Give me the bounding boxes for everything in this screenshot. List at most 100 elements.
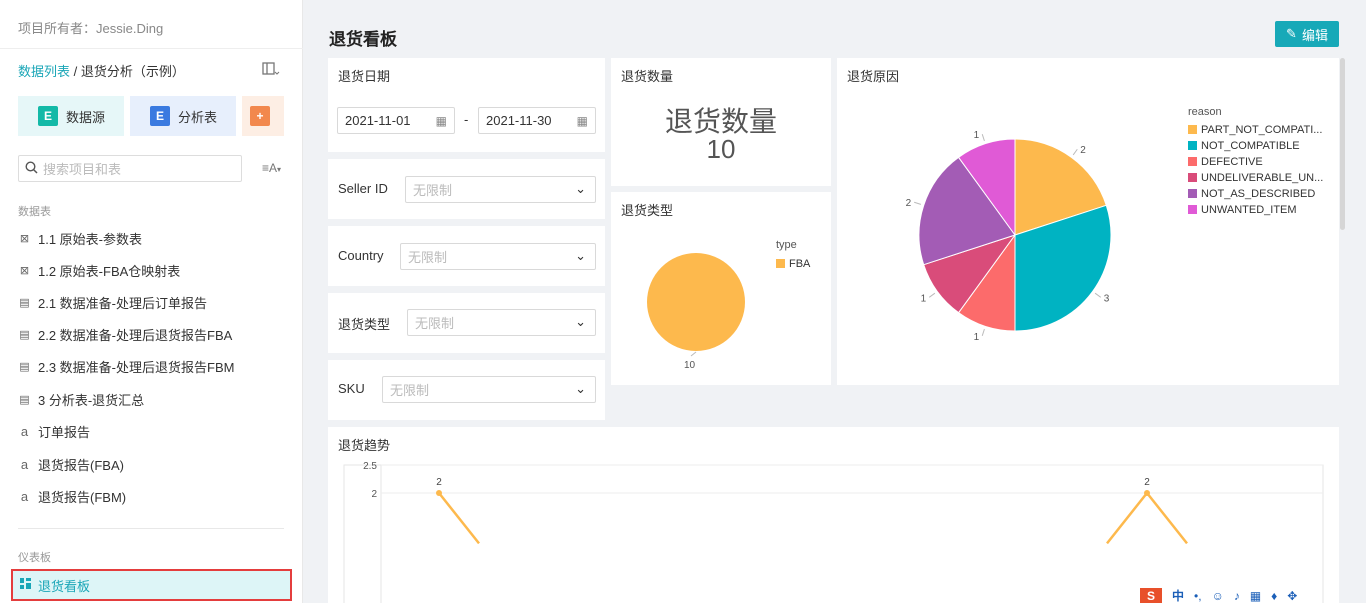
analysis-label: 分析表: [178, 109, 218, 125]
end-date-input[interactable]: 2021-11-30 ▦: [478, 107, 596, 134]
add-analysis-button[interactable]: E 分析表: [130, 96, 236, 136]
legend-label: FBA: [789, 258, 811, 270]
sku-select[interactable]: 无限制 ⌄: [382, 376, 596, 403]
legend-swatch: [776, 259, 785, 268]
skin-icon[interactable]: ♦: [1271, 589, 1277, 603]
kpi-value: 10: [706, 134, 736, 164]
pie-data-label: 1: [974, 332, 980, 343]
breadcrumb-link[interactable]: 数据列表: [18, 64, 70, 79]
legend-label: UNWANTED_ITEM: [1201, 204, 1297, 216]
sidebar-item[interactable]: ⊠ 1.2 原始表-FBA仓映射表: [18, 260, 180, 280]
legend-label: NOT_AS_DESCRIBED: [1201, 188, 1315, 200]
chinese-input-icon[interactable]: 中: [1172, 587, 1184, 603]
country-select[interactable]: 无限制 ⌄: [400, 243, 596, 270]
edit-label: 编辑: [1301, 27, 1328, 43]
kpi-card-title: 退货数量: [621, 69, 674, 84]
analysis-icon: E: [150, 106, 170, 126]
return-type-select[interactable]: 无限制 ⌄: [407, 309, 596, 336]
pie-data-label: 2: [906, 198, 912, 209]
sidebar-item[interactable]: ▤ 2.1 数据准备-处理后订单报告: [18, 292, 207, 312]
divider: [18, 528, 284, 529]
search-icon: [25, 160, 38, 177]
breadcrumb: 数据列表 / 退货分析（示例）: [18, 61, 185, 80]
add-dashboard-button[interactable]: +: [242, 96, 284, 136]
legend-label: UNDELIVERABLE_UN...: [1201, 172, 1323, 184]
legend-swatch: [1188, 157, 1197, 166]
pencil-icon: ✎: [1286, 26, 1297, 41]
filter-label: Seller ID: [338, 181, 388, 196]
select-placeholder: 无限制: [415, 316, 455, 331]
add-datasource-button[interactable]: E 数据源: [18, 96, 124, 136]
filter-label: Country: [338, 248, 384, 263]
sidebar-item[interactable]: ▤ 3 分析表-退货汇总: [18, 389, 144, 409]
tools-icon[interactable]: ✥: [1287, 589, 1297, 603]
pie-data-label: 2: [1080, 145, 1086, 156]
legend-label: PART_NOT_COMPATI...: [1201, 124, 1322, 136]
search-input[interactable]: 搜索项目和表: [43, 159, 121, 178]
layout-toggle-icon[interactable]: [262, 62, 282, 78]
plot-frame: [343, 464, 1324, 603]
chevron-down-icon: ⌄: [575, 181, 586, 196]
date-range-sep: -: [464, 112, 469, 127]
section-dashboards-label: 仪表板: [18, 552, 51, 564]
sidebar-item[interactable]: ⊠ 1.1 原始表-参数表: [18, 228, 142, 248]
legend-label: DEFECTIVE: [1201, 156, 1263, 168]
sidebar: 项目所有者：Jessie.Ding 数据列表 / 退货分析（示例） E 数据源 …: [0, 0, 303, 603]
sidebar-item[interactable]: a 退货报告(FBM): [18, 486, 126, 506]
sort-icon[interactable]: ≡A▾: [262, 161, 281, 175]
legend-swatch: [1188, 125, 1197, 134]
series-line: [438, 492, 480, 545]
legend-swatch: [1188, 189, 1197, 198]
start-date-input[interactable]: 2021-11-01 ▦: [337, 107, 455, 134]
data-label: 2: [436, 477, 442, 488]
search-box[interactable]: 搜索项目和表: [18, 155, 242, 182]
sidebar-item[interactable]: ▤ 2.2 数据准备-处理后退货报告FBA: [18, 324, 232, 344]
y-tick-label: 2.5: [363, 461, 377, 472]
sidebar-item-active-dashboard[interactable]: 退货看板: [11, 569, 292, 601]
pie-leader-line: [928, 292, 936, 298]
datasource-icon: E: [38, 106, 58, 126]
divider: [0, 48, 303, 49]
doc-icon: ▤: [19, 360, 30, 373]
datasource-label: 数据源: [66, 109, 106, 125]
sidebar-item[interactable]: ▤ 2.3 数据准备-处理后退货报告FBM: [18, 356, 234, 376]
end-date-value: 2021-11-30: [486, 113, 552, 128]
reason-pie-chart: 2 3 1 1 2 1 reason PART_NOT_COMPATI... NOT_COMPA…: [906, 106, 1324, 343]
select-placeholder: 无限制: [413, 183, 453, 198]
amazon-icon: a: [20, 488, 29, 504]
chevron-down-icon: ⌄: [575, 314, 586, 329]
project-owner: 项目所有者：Jessie.Ding: [18, 21, 164, 36]
pie-leader-line: [981, 134, 985, 141]
legend-swatch: [1188, 141, 1197, 150]
date-filter-card: 退货日期: [328, 58, 605, 152]
chevron-down-icon: ⌄: [575, 248, 586, 263]
kpi-card: 退货数量 退货数量 10: [611, 58, 831, 186]
mic-icon[interactable]: ♪: [1234, 589, 1240, 603]
sidebar-item-label: 退货报告(FBM): [38, 489, 127, 505]
edit-button[interactable]: ✎ 编辑: [1275, 21, 1339, 47]
pie-leader-line: [690, 351, 697, 357]
pie-data-label: 10: [684, 360, 696, 371]
scrollbar[interactable]: [1340, 58, 1345, 230]
emoji-icon[interactable]: ☺: [1212, 589, 1224, 603]
sidebar-item[interactable]: a 订单报告: [18, 421, 90, 441]
pie-data-label: 1: [921, 293, 927, 304]
type-pie-chart: 10 type FBA: [647, 239, 811, 371]
seller-id-select[interactable]: 无限制 ⌄: [405, 176, 596, 203]
select-placeholder: 无限制: [390, 383, 430, 398]
legend-title: reason: [1188, 106, 1222, 118]
sidebar-item[interactable]: a 退货报告(FBA): [18, 454, 124, 474]
keyboard-icon[interactable]: ▦: [1250, 589, 1261, 603]
dashboard-icon: [19, 577, 32, 593]
ime-icon[interactable]: S: [1140, 588, 1162, 603]
pie-slice: [647, 253, 745, 351]
pie-leader-line: [1094, 292, 1102, 298]
calendar-icon: ▦: [435, 114, 447, 128]
pie-data-label: 1: [974, 130, 980, 141]
system-tray: S 中 •, ☺ ♪ ▦ ♦ ✥: [1140, 588, 1366, 603]
punctuation-icon[interactable]: •,: [1194, 589, 1202, 603]
table-raw-icon: ⊠: [19, 232, 30, 245]
sidebar-item-label: 1.2 原始表-FBA仓映射表: [38, 263, 181, 279]
pie-data-label: 3: [1104, 293, 1110, 304]
start-date-value: 2021-11-01: [345, 113, 411, 128]
